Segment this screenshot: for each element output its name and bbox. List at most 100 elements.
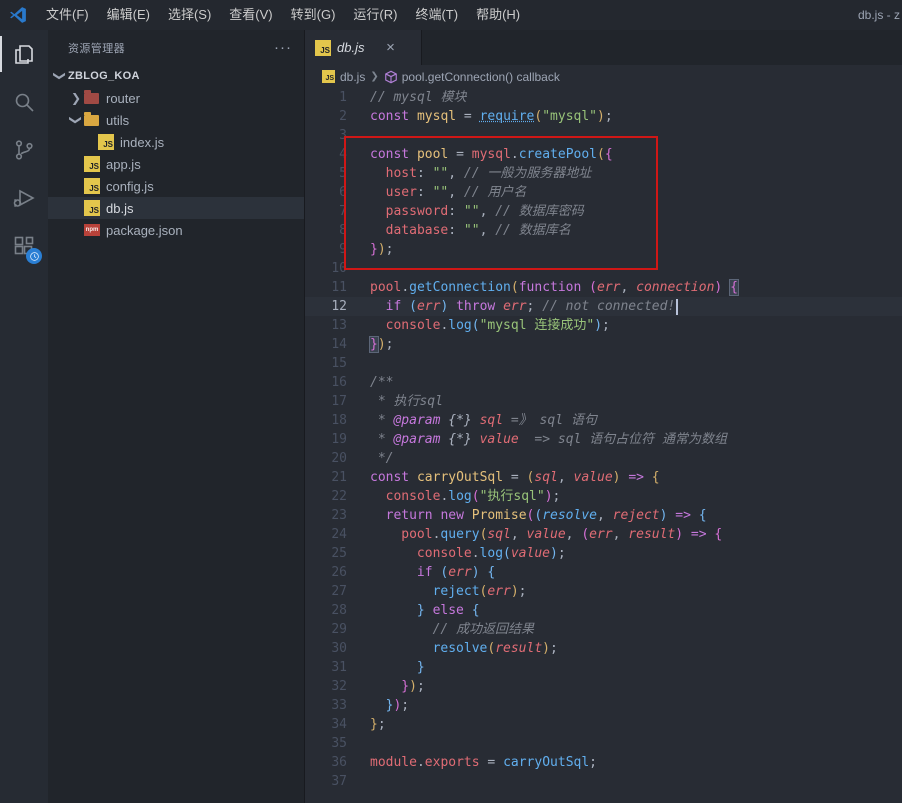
code-line-34[interactable]: 34}; xyxy=(305,715,902,734)
tree-item-index-js[interactable]: JSindex.js xyxy=(48,131,304,153)
line-content: }); xyxy=(347,677,425,696)
code-line-7[interactable]: 7password: "", // 数据库密码 xyxy=(305,202,902,221)
line-number: 33 xyxy=(305,696,347,715)
text-cursor xyxy=(676,299,678,315)
token: getConnection xyxy=(409,280,511,295)
code-line-20[interactable]: 20 */ xyxy=(305,449,902,468)
token: ( xyxy=(472,489,480,504)
code-line-11[interactable]: 11pool.getConnection(function (err, conn… xyxy=(305,278,902,297)
extensions-update-badge xyxy=(26,248,42,264)
code-line-36[interactable]: 36module.exports = carryOutSql; xyxy=(305,753,902,772)
token: ; xyxy=(401,698,409,713)
line-content: reject(err); xyxy=(347,582,527,601)
token: err xyxy=(503,299,526,314)
code-line-24[interactable]: 24pool.query(sql, value, (err, result) =… xyxy=(305,525,902,544)
tab-bar: JS db.js × xyxy=(305,30,902,65)
code-line-17[interactable]: 17 * 执行sql xyxy=(305,392,902,411)
menu-item-7[interactable]: 帮助(H) xyxy=(467,0,529,30)
token: = xyxy=(503,470,526,485)
line-content: /** xyxy=(347,373,393,392)
code-line-31[interactable]: 31} xyxy=(305,658,902,677)
activity-extensions[interactable] xyxy=(0,222,48,270)
vscode-logo-icon xyxy=(9,6,27,24)
menu-item-5[interactable]: 运行(R) xyxy=(344,0,406,30)
tree-item-label: utils xyxy=(106,113,129,128)
activity-search[interactable] xyxy=(0,78,48,126)
token: ( xyxy=(597,147,605,162)
line-content xyxy=(347,259,370,278)
token: . xyxy=(401,280,409,295)
code-line-13[interactable]: 13console.log("mysql 连接成功"); xyxy=(305,316,902,335)
breadcrumb-item-0[interactable]: JSdb.js xyxy=(322,70,365,84)
code-line-22[interactable]: 22console.log("执行sql"); xyxy=(305,487,902,506)
code-line-6[interactable]: 6user: "", // 用户名 xyxy=(305,183,902,202)
more-actions-icon[interactable]: ··· xyxy=(274,39,292,56)
tab-dbjs[interactable]: JS db.js × xyxy=(305,30,422,65)
code-line-14[interactable]: 14}); xyxy=(305,335,902,354)
token: pool xyxy=(417,147,448,162)
menu-item-0[interactable]: 文件(F) xyxy=(37,0,98,30)
token: { xyxy=(699,508,707,523)
menu-item-2[interactable]: 选择(S) xyxy=(159,0,220,30)
code-line-29[interactable]: 29// 成功返回结果 xyxy=(305,620,902,639)
token: user xyxy=(386,185,417,200)
menu-item-1[interactable]: 编辑(E) xyxy=(98,0,159,30)
menu-item-4[interactable]: 转到(G) xyxy=(282,0,345,30)
workspace-section-header[interactable]: ❯ ZBLOG_KOA xyxy=(48,65,304,87)
token: carryOutSql xyxy=(503,755,589,770)
code-line-16[interactable]: 16/** xyxy=(305,373,902,392)
token: ( xyxy=(409,299,417,314)
code-line-9[interactable]: 9}); xyxy=(305,240,902,259)
token: ( xyxy=(503,546,511,561)
chevron-right-icon: ❯ xyxy=(68,91,84,105)
code-line-26[interactable]: 26if (err) { xyxy=(305,563,902,582)
code-line-35[interactable]: 35 xyxy=(305,734,902,753)
breadcrumb-label: db.js xyxy=(340,70,365,84)
menu-item-3[interactable]: 查看(V) xyxy=(220,0,281,30)
token: ( xyxy=(487,641,495,656)
line-number: 17 xyxy=(305,392,347,411)
activity-explorer[interactable] xyxy=(0,30,48,78)
code-line-5[interactable]: 5host: "", // 一般为服务器地址 xyxy=(305,164,902,183)
tree-item-package-json[interactable]: npmpackage.json xyxy=(48,219,304,241)
code-line-32[interactable]: 32}); xyxy=(305,677,902,696)
tree-item-app-js[interactable]: JSapp.js xyxy=(48,153,304,175)
code-line-18[interactable]: 18 * @param {*} sql =》 sql 语句 xyxy=(305,411,902,430)
code-line-3[interactable]: 3 xyxy=(305,126,902,145)
code-line-33[interactable]: 33}); xyxy=(305,696,902,715)
menu-item-6[interactable]: 终端(T) xyxy=(406,0,467,30)
code-line-21[interactable]: 21const carryOutSql = (sql, value) => { xyxy=(305,468,902,487)
token: } xyxy=(370,242,378,257)
code-line-30[interactable]: 30resolve(result); xyxy=(305,639,902,658)
code-line-10[interactable]: 10 xyxy=(305,259,902,278)
code-line-19[interactable]: 19 * @param {*} value => sql 语句占位符 通常为数组 xyxy=(305,430,902,449)
code-line-15[interactable]: 15 xyxy=(305,354,902,373)
token: , xyxy=(448,166,464,181)
tree-item-utils[interactable]: ❯utils xyxy=(48,109,304,131)
code-line-37[interactable]: 37 xyxy=(305,772,902,791)
code-line-2[interactable]: 2const mysql = require("mysql"); xyxy=(305,107,902,126)
token: function xyxy=(519,280,589,295)
code-line-28[interactable]: 28} else { xyxy=(305,601,902,620)
tree-item-db-js[interactable]: JSdb.js xyxy=(48,197,304,219)
breadcrumb-item-1[interactable]: pool.getConnection() callback xyxy=(384,70,560,84)
token: ; xyxy=(527,299,543,314)
line-number: 28 xyxy=(305,601,347,620)
tree-item-router[interactable]: ❯router xyxy=(48,87,304,109)
code-line-8[interactable]: 8database: "", // 数据库名 xyxy=(305,221,902,240)
token: value xyxy=(480,432,519,447)
code-line-1[interactable]: 1// mysql 模块 xyxy=(305,88,902,107)
code-line-27[interactable]: 27reject(err); xyxy=(305,582,902,601)
code-editor[interactable]: 1// mysql 模块2const mysql = require("mysq… xyxy=(305,88,902,803)
code-line-23[interactable]: 23return new Promise((resolve, reject) =… xyxy=(305,506,902,525)
code-line-12[interactable]: 12if (err) throw err; // not connected! xyxy=(305,297,902,316)
token: ( xyxy=(472,318,480,333)
token: database xyxy=(386,223,449,238)
activity-run-debug[interactable] xyxy=(0,174,48,222)
activity-source-control[interactable] xyxy=(0,126,48,174)
code-line-25[interactable]: 25console.log(value); xyxy=(305,544,902,563)
close-icon[interactable]: × xyxy=(380,38,400,58)
code-line-4[interactable]: 4const pool = mysql.createPool({ xyxy=(305,145,902,164)
token: { xyxy=(605,147,613,162)
tree-item-config-js[interactable]: JSconfig.js xyxy=(48,175,304,197)
